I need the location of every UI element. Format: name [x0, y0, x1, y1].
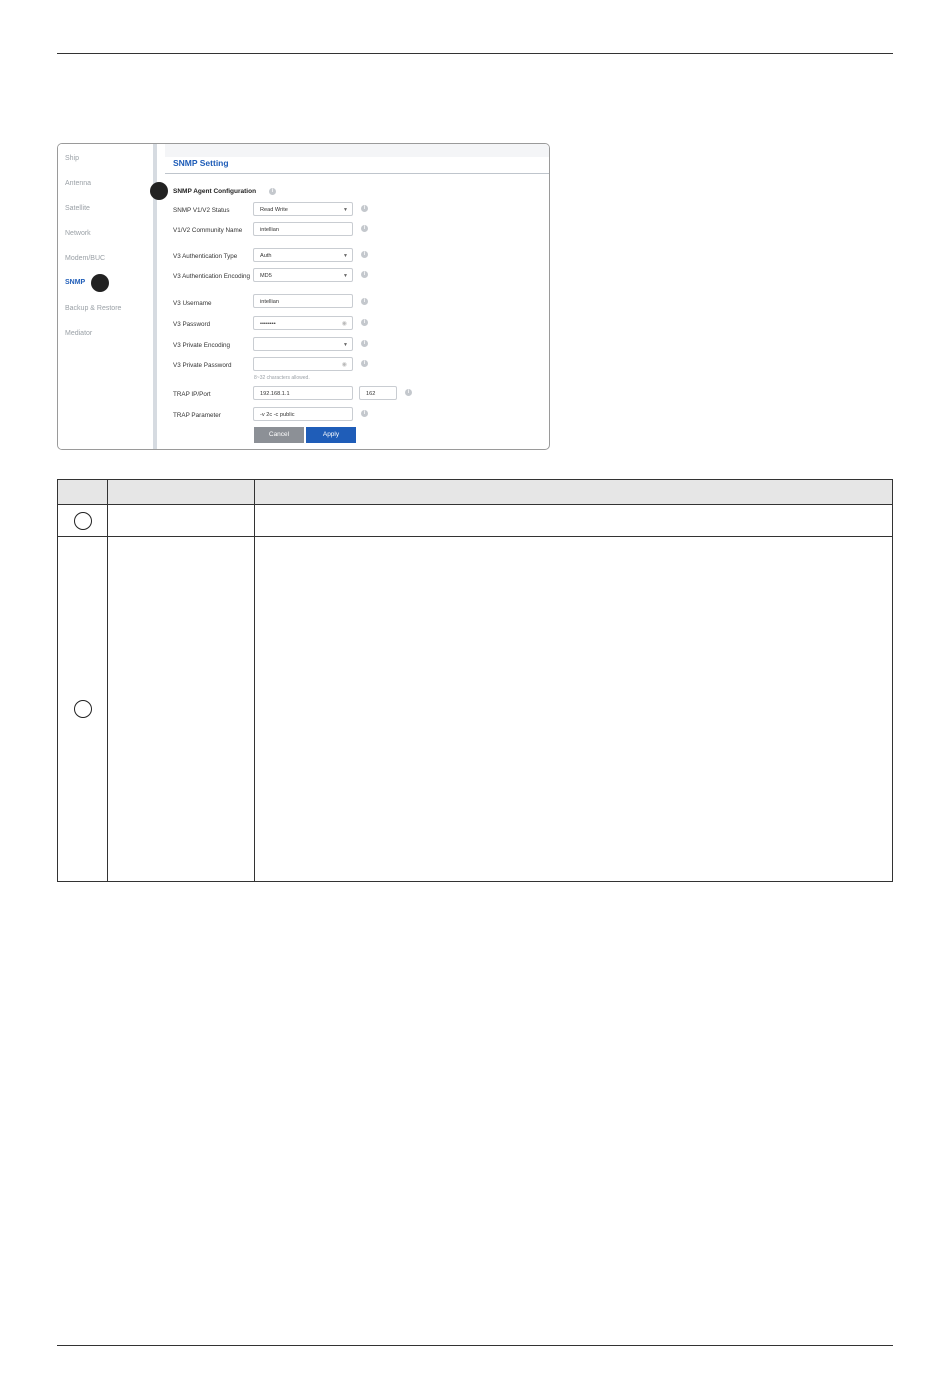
- table-cell: [57, 504, 108, 537]
- v3-private-password-input[interactable]: ◉: [253, 357, 353, 371]
- field-label: TRAP IP/Port: [173, 391, 211, 398]
- panel-title: SNMP Setting: [173, 158, 229, 168]
- section-title: SNMP Agent Configuration: [173, 188, 257, 195]
- table-row: [57, 504, 893, 537]
- field-value: Read Write: [260, 207, 288, 213]
- table-cell: [57, 536, 108, 882]
- info-icon[interactable]: i: [361, 205, 368, 212]
- info-icon[interactable]: i: [405, 389, 412, 396]
- field-label: SNMP V1/V2 Status: [173, 207, 230, 214]
- table-header-cell: [107, 479, 255, 505]
- info-icon[interactable]: i: [361, 319, 368, 326]
- trap-port-input[interactable]: 162: [359, 386, 397, 400]
- sidebar-item-backup-restore[interactable]: Backup & Restore: [65, 305, 121, 312]
- table-cell: [107, 536, 255, 882]
- eye-icon[interactable]: ◉: [342, 358, 347, 372]
- apply-button[interactable]: Apply: [306, 427, 356, 443]
- v3-password-input[interactable]: •••••••• ◉: [253, 316, 353, 330]
- v3-private-encoding-select[interactable]: ▼: [253, 337, 353, 351]
- v3-auth-encoding-select[interactable]: MD5 ▼: [253, 268, 353, 282]
- info-icon[interactable]: i: [361, 271, 368, 278]
- chevron-down-icon: ▼: [343, 273, 348, 279]
- description-table: [57, 479, 893, 882]
- field-label: V3 Username: [173, 300, 212, 307]
- field-value: MD5: [260, 273, 272, 279]
- password-hint: 8~32 characters allowed.: [254, 375, 310, 381]
- info-icon[interactable]: i: [361, 360, 368, 367]
- sidebar-item-satellite[interactable]: Satellite: [65, 205, 90, 212]
- snmp-settings-screenshot: Ship Antenna Satellite Network Modem/BUC…: [57, 143, 550, 450]
- field-value: ••••••••: [260, 321, 276, 327]
- settings-panel: SNMP Setting SNMP Agent Configuration i …: [165, 144, 549, 449]
- callout-marker-1: [91, 274, 109, 292]
- info-icon[interactable]: i: [361, 251, 368, 258]
- panel-top-strip: [165, 144, 549, 157]
- footer-rule: [57, 1345, 893, 1346]
- header-rule: [57, 53, 893, 54]
- chevron-down-icon: ▼: [343, 253, 348, 259]
- table-header-cell: [254, 479, 893, 505]
- field-label: V3 Password: [173, 321, 211, 328]
- table-cell: [254, 504, 893, 537]
- trap-parameter-input[interactable]: -v 2c -c public: [253, 407, 353, 421]
- field-value: Auth: [260, 253, 272, 259]
- sidebar-item-ship[interactable]: Ship: [65, 155, 79, 162]
- field-label: V3 Authentication Encoding: [173, 273, 251, 280]
- panel-title-rule: [165, 173, 549, 174]
- trap-ip-input[interactable]: 192.168.1.1: [253, 386, 353, 400]
- table-cell: [254, 536, 893, 882]
- field-label: TRAP Parameter: [173, 412, 221, 419]
- field-value: intellian: [260, 299, 279, 305]
- field-label: V3 Private Encoding: [173, 342, 231, 349]
- v3-auth-type-select[interactable]: Auth ▼: [253, 248, 353, 262]
- cancel-button[interactable]: Cancel: [254, 427, 304, 443]
- field-value: -v 2c -c public: [260, 412, 295, 418]
- sidebar-item-mediator[interactable]: Mediator: [65, 330, 92, 337]
- chevron-down-icon: ▼: [343, 207, 348, 213]
- sidebar-item-snmp[interactable]: SNMP: [65, 279, 85, 286]
- chevron-down-icon: ▼: [343, 342, 348, 348]
- table-header-cell: [57, 479, 108, 505]
- field-value: intellian: [260, 227, 279, 233]
- field-value: 162: [366, 391, 376, 397]
- sidebar-item-antenna[interactable]: Antenna: [65, 180, 91, 187]
- info-icon[interactable]: i: [361, 298, 368, 305]
- field-label: V3 Authentication Type: [173, 253, 238, 260]
- info-icon[interactable]: i: [361, 410, 368, 417]
- table-cell: [107, 504, 255, 537]
- sidebar: Ship Antenna Satellite Network Modem/BUC…: [58, 144, 153, 449]
- v3-username-input[interactable]: intellian: [253, 294, 353, 308]
- table-header-row: [57, 479, 893, 505]
- field-label: V1/V2 Community Name: [173, 227, 243, 234]
- eye-icon[interactable]: ◉: [342, 317, 347, 331]
- sidebar-item-modem-buc[interactable]: Modem/BUC: [65, 255, 105, 262]
- field-value: 192.168.1.1: [260, 391, 290, 397]
- callout-number-circle: [73, 700, 92, 718]
- table-row: [57, 536, 893, 882]
- info-icon[interactable]: i: [361, 225, 368, 232]
- info-icon[interactable]: i: [269, 188, 276, 195]
- sidebar-item-network[interactable]: Network: [65, 230, 91, 237]
- community-name-input[interactable]: intellian: [253, 222, 353, 236]
- field-label: V3 Private Password: [173, 362, 232, 369]
- snmp-status-select[interactable]: Read Write ▼: [253, 202, 353, 216]
- info-icon[interactable]: i: [361, 340, 368, 347]
- callout-number-circle: [73, 511, 92, 530]
